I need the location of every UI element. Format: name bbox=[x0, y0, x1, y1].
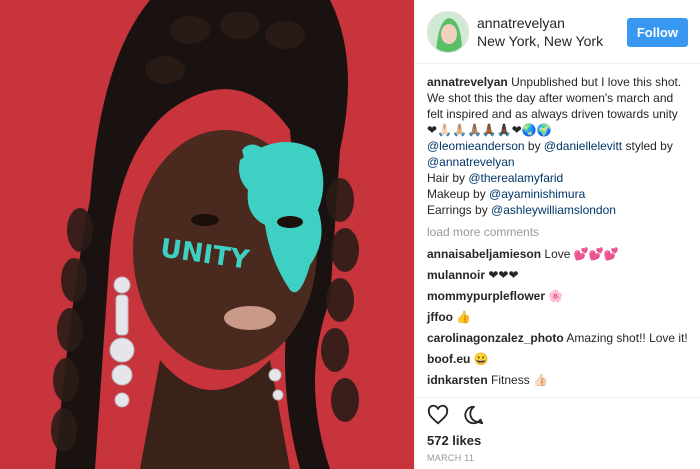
action-bar bbox=[415, 397, 700, 431]
follow-button[interactable]: Follow bbox=[626, 18, 688, 47]
comment-username[interactable]: idnkarsten bbox=[427, 373, 488, 387]
post-side-panel: annatrevelyan New York, New York Follow … bbox=[414, 0, 700, 469]
comment: jffoo 👍 bbox=[427, 309, 690, 325]
instagram-post: UNITY annatrevelyan New York, New York F… bbox=[0, 0, 700, 469]
mention-link[interactable]: @ayaminishimura bbox=[489, 187, 585, 201]
avatar[interactable] bbox=[427, 10, 469, 53]
caption-connector: styled by bbox=[622, 139, 673, 153]
caption-username[interactable]: annatrevelyan bbox=[427, 75, 508, 89]
comment-username[interactable]: boof.eu bbox=[427, 352, 470, 366]
comment-username[interactable]: carolinagonzalez_photo bbox=[427, 331, 564, 345]
post-date[interactable]: MARCH 11 bbox=[415, 451, 700, 469]
comment-text: 🌸 bbox=[548, 289, 564, 303]
header-text: annatrevelyan New York, New York bbox=[477, 14, 603, 50]
comment-text: Fitness 👍🏻 bbox=[491, 373, 548, 387]
load-more-comments-link[interactable]: load more comments bbox=[427, 224, 690, 240]
comment-text: Love 💕💕💕 bbox=[544, 247, 619, 261]
comment: annaisabeljamieson Love 💕💕💕 bbox=[427, 246, 690, 262]
comment: idnkarsten Fitness 👍🏻 bbox=[427, 372, 690, 388]
comment-icon[interactable] bbox=[461, 402, 487, 428]
post-photo[interactable]: UNITY bbox=[0, 0, 414, 469]
comment-text: 😀 bbox=[473, 352, 489, 366]
likes-count[interactable]: 572 likes bbox=[415, 431, 700, 451]
comment: carolinagonzalez_photo Amazing shot!! Lo… bbox=[427, 330, 690, 346]
comment-text: Amazing shot!! Love it! bbox=[566, 331, 688, 345]
comment-username[interactable]: mommypurpleflower bbox=[427, 289, 545, 303]
comment-username[interactable]: jffoo bbox=[427, 310, 453, 324]
caption-connector: by bbox=[524, 139, 544, 153]
mention-link[interactable]: @leomieanderson bbox=[427, 139, 525, 153]
caption-earrings-label: Earrings by bbox=[427, 203, 492, 217]
heart-icon[interactable] bbox=[425, 402, 451, 428]
comment: mommypurpleflower 🌸 bbox=[427, 288, 690, 304]
comments-section: annatrevelyan Unpublished but I love thi… bbox=[415, 64, 700, 397]
post-header: annatrevelyan New York, New York Follow bbox=[415, 0, 700, 64]
comment-username[interactable]: annaisabeljamieson bbox=[427, 247, 541, 261]
header-location[interactable]: New York, New York bbox=[477, 32, 603, 50]
caption: annatrevelyan Unpublished but I love thi… bbox=[427, 74, 690, 218]
comment-text: 👍 bbox=[456, 310, 472, 324]
caption-makeup-label: Makeup by bbox=[427, 187, 490, 201]
comment-username[interactable]: mulannoir bbox=[427, 268, 485, 282]
mention-link[interactable]: @ashleywilliamslondon bbox=[491, 203, 616, 217]
portrait-image: UNITY bbox=[0, 0, 414, 469]
caption-hair-label: Hair by bbox=[427, 171, 469, 185]
mention-link[interactable]: @annatrevelyan bbox=[427, 155, 515, 169]
mention-link[interactable]: @therealamyfarid bbox=[468, 171, 563, 185]
comment: boof.eu 😀 bbox=[427, 351, 690, 367]
comment: mulannoir ❤❤❤ bbox=[427, 267, 690, 283]
comment-text: ❤❤❤ bbox=[488, 268, 519, 282]
mention-link[interactable]: @daniellelevitt bbox=[544, 139, 622, 153]
header-username[interactable]: annatrevelyan bbox=[477, 14, 603, 32]
